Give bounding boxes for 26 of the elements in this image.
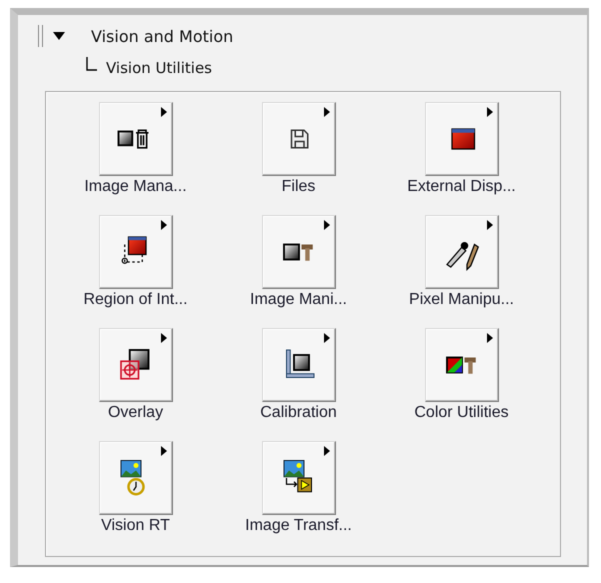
- palette-button[interactable]: [262, 328, 336, 402]
- item-label: Image Transf...: [245, 516, 352, 536]
- item-label: Region of Int...: [83, 290, 188, 310]
- item-label: Color Utilities: [414, 403, 509, 423]
- palette-button[interactable]: [98, 328, 172, 402]
- palette-button[interactable]: [98, 215, 172, 289]
- drag-handle[interactable]: [38, 25, 43, 47]
- item-label: Image Mana...: [84, 177, 187, 197]
- item-label: Vision RT: [101, 516, 170, 536]
- category-label[interactable]: Vision and Motion: [91, 26, 234, 46]
- item-label: Image Mani...: [250, 290, 347, 310]
- palette-button[interactable]: [98, 102, 172, 176]
- expanded-triangle-icon[interactable]: [53, 31, 65, 41]
- item-label: Pixel Manipu...: [409, 290, 514, 310]
- palette-button[interactable]: [262, 102, 336, 176]
- item-label: Overlay: [108, 403, 164, 423]
- item-label: External Disp...: [407, 177, 516, 197]
- subcategory-label[interactable]: Vision Utilities: [106, 59, 212, 77]
- palette-button[interactable]: [424, 215, 498, 289]
- palette-button[interactable]: [424, 328, 498, 402]
- item-label: Calibration: [260, 403, 337, 423]
- palette-button[interactable]: [262, 215, 336, 289]
- palette-button[interactable]: [424, 102, 498, 176]
- palette-button[interactable]: [262, 441, 336, 515]
- tree-branch-icon: [86, 57, 98, 71]
- item-label: Files: [282, 177, 316, 197]
